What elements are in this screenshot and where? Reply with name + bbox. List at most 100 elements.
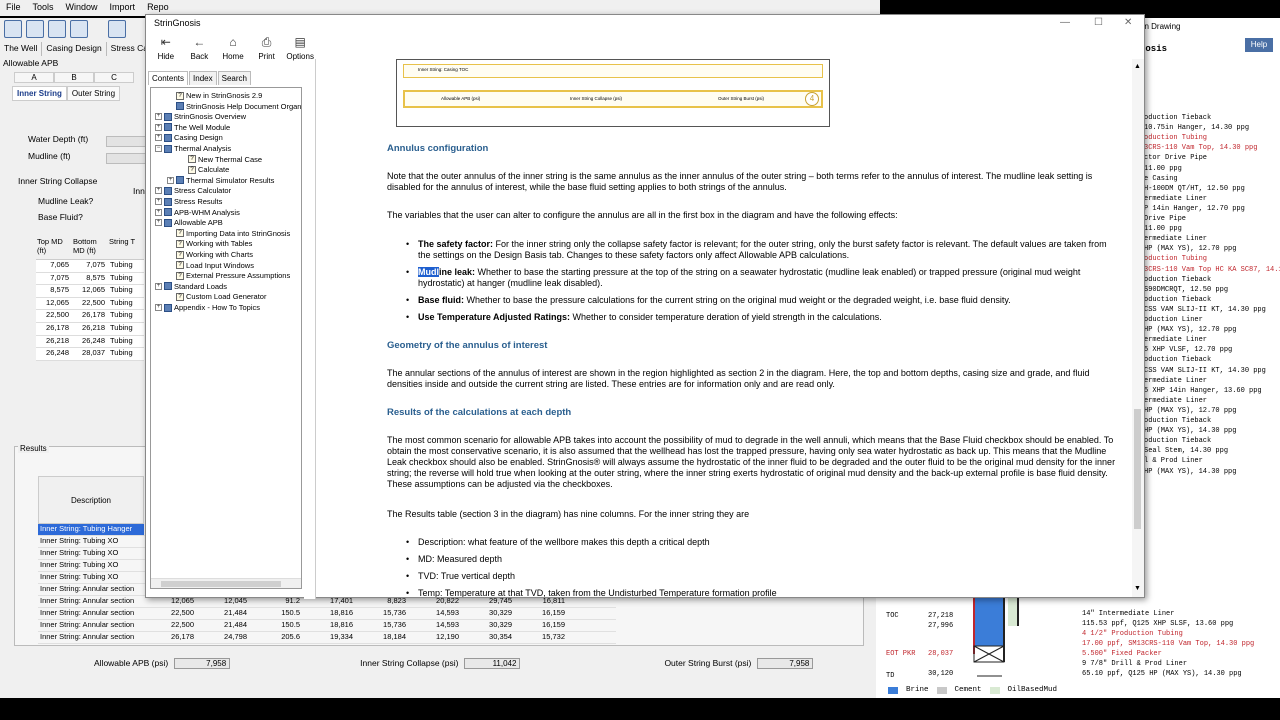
- open-file-icon[interactable]: [26, 20, 44, 38]
- grid-cell[interactable]: Tubing: [108, 273, 144, 285]
- toc-item[interactable]: + The Well Module: [155, 123, 230, 132]
- expand-icon[interactable]: +: [155, 198, 162, 205]
- grid-cell[interactable]: Tubing: [108, 285, 144, 297]
- results-description[interactable]: Inner String: Tubing XO: [38, 560, 144, 571]
- toc-item[interactable]: ? Custom Load Generator: [167, 292, 266, 301]
- toc-item[interactable]: + StrinGnosis Overview: [155, 112, 246, 121]
- close-icon[interactable]: ✕: [1124, 17, 1132, 28]
- hide-button[interactable]: ⇤ Hide: [150, 33, 182, 73]
- results-cell[interactable]: 15,736: [356, 608, 409, 619]
- grid-cell[interactable]: 8,575: [36, 285, 72, 297]
- maximize-icon[interactable]: ☐: [1094, 17, 1103, 28]
- new-file-icon[interactable]: [4, 20, 22, 38]
- toc-item[interactable]: ? Load Input Windows: [167, 261, 254, 270]
- tab-inner-string[interactable]: Inner String: [12, 86, 67, 101]
- expand-icon[interactable]: +: [155, 304, 162, 311]
- grid-row[interactable]: 26,248 28,037 Tubing: [36, 348, 144, 361]
- print-button[interactable]: ⎙ Print: [251, 33, 283, 73]
- mudline-field[interactable]: [106, 153, 146, 164]
- content-vertical-scrollbar[interactable]: ▲ ▼: [1132, 59, 1144, 597]
- water-depth-field[interactable]: [106, 136, 146, 147]
- grid-cell[interactable]: 26,178: [36, 323, 72, 335]
- scroll-down-icon[interactable]: ▼: [1134, 585, 1141, 592]
- expand-icon[interactable]: +: [155, 113, 162, 121]
- results-cell[interactable]: 14,593: [409, 620, 462, 631]
- grid-cell[interactable]: 26,178: [72, 310, 108, 322]
- grid-row[interactable]: 8,575 12,065 Tubing: [36, 285, 144, 298]
- results-cell[interactable]: 150.5: [250, 620, 303, 631]
- results-cell[interactable]: 205.6: [250, 632, 303, 643]
- grid-cell[interactable]: 26,248: [36, 348, 72, 360]
- results-cell[interactable]: 18,184: [356, 632, 409, 643]
- results-cell[interactable]: 30,354: [462, 632, 515, 643]
- grid-cell[interactable]: Tubing: [108, 310, 144, 322]
- toc-item[interactable]: + Allowable APB: [155, 218, 223, 227]
- grid-row[interactable]: 26,178 26,218 Tubing: [36, 322, 144, 336]
- grid-row[interactable]: 7,075 8,575 Tubing: [36, 272, 144, 286]
- results-description[interactable]: Inner String: Annular section: [38, 608, 144, 619]
- results-description[interactable]: Inner String: Annular section: [38, 584, 144, 595]
- results-cell[interactable]: 18,816: [303, 608, 356, 619]
- grid-cell[interactable]: 12,065: [72, 285, 108, 297]
- grid-cell[interactable]: 28,037: [72, 348, 108, 360]
- results-cell[interactable]: 21,484: [197, 608, 250, 619]
- toc-item[interactable]: ? Working with Charts: [167, 250, 253, 259]
- col-header-top-md[interactable]: Top MD (ft): [36, 236, 72, 259]
- results-cell[interactable]: 150.5: [250, 608, 303, 619]
- expand-icon[interactable]: +: [155, 208, 162, 216]
- results-cell[interactable]: 30,329: [462, 620, 515, 631]
- results-cell[interactable]: 16,159: [515, 620, 568, 631]
- grid-cell[interactable]: 7,075: [72, 260, 108, 272]
- results-cell[interactable]: 12,190: [409, 632, 462, 643]
- col-header-string[interactable]: String T: [108, 236, 144, 259]
- toc-item[interactable]: ? New in StrinGnosis 2.9: [167, 91, 262, 100]
- toc-item[interactable]: StrinGnosis Help Document Organizat: [167, 102, 301, 111]
- results-description[interactable]: Inner String: Annular section: [38, 632, 144, 643]
- toc-item[interactable]: + APB-WHM Analysis: [155, 208, 240, 217]
- grid-cell[interactable]: Tubing: [108, 348, 144, 360]
- toc-item[interactable]: ? New Thermal Case: [179, 155, 262, 164]
- expand-icon[interactable]: −: [155, 145, 162, 152]
- toc-item[interactable]: − Thermal Analysis: [155, 144, 231, 153]
- tab-casing-design[interactable]: Casing Design: [42, 42, 107, 56]
- tab-contents[interactable]: Contents: [148, 71, 189, 85]
- menu-reports[interactable]: Repo: [147, 2, 169, 14]
- tab-outer-string[interactable]: Outer String: [66, 86, 121, 101]
- tab-the-well[interactable]: The Well: [0, 42, 43, 56]
- grid-cell[interactable]: 26,218: [72, 323, 108, 335]
- grid-cell[interactable]: Tubing: [108, 298, 144, 310]
- results-description[interactable]: Inner String: Tubing XO: [38, 536, 144, 547]
- grid-cell[interactable]: 26,248: [72, 336, 108, 348]
- expand-icon[interactable]: +: [155, 187, 162, 195]
- expand-icon[interactable]: +: [155, 123, 162, 131]
- pane-splitter[interactable]: [304, 59, 316, 599]
- toc-item[interactable]: ? Calculate: [179, 165, 229, 174]
- grid-row[interactable]: 26,218 26,248 Tubing: [36, 335, 144, 349]
- results-cell[interactable]: 15,732: [515, 632, 568, 643]
- results-cell[interactable]: 15,736: [356, 620, 409, 631]
- grid-icon[interactable]: [108, 20, 126, 38]
- toc-item[interactable]: ? External Pressure Assumptions: [167, 271, 290, 280]
- grid-cell[interactable]: 8,575: [72, 273, 108, 285]
- grid-cell[interactable]: Tubing: [108, 323, 144, 335]
- results-description[interactable]: Inner String: Tubing XO: [38, 572, 144, 583]
- results-cell[interactable]: 26,178: [144, 632, 197, 643]
- minimize-icon[interactable]: —: [1060, 17, 1070, 28]
- toc-item[interactable]: + Casing Design: [155, 133, 223, 142]
- grid-cell[interactable]: 12,065: [36, 298, 72, 310]
- results-cell[interactable]: 19,334: [303, 632, 356, 643]
- results-description[interactable]: Inner String: Tubing XO: [38, 548, 144, 559]
- home-button[interactable]: ⌂ Home: [217, 33, 249, 73]
- results-cell[interactable]: 21,484: [197, 620, 250, 631]
- results-cell[interactable]: 16,159: [515, 608, 568, 619]
- grid-cell[interactable]: 22,500: [36, 310, 72, 322]
- toc-item[interactable]: + Thermal Simulator Results: [167, 176, 274, 185]
- toc-item[interactable]: + Stress Results: [155, 197, 222, 206]
- help-button[interactable]: Help: [1245, 38, 1273, 52]
- menu-window[interactable]: Window: [66, 2, 98, 14]
- content-scroll-thumb[interactable]: [1134, 409, 1141, 529]
- results-cell[interactable]: 22,500: [144, 620, 197, 631]
- results-cell[interactable]: 14,593: [409, 608, 462, 619]
- back-button[interactable]: ← Back: [184, 33, 216, 73]
- results-cell[interactable]: 30,329: [462, 608, 515, 619]
